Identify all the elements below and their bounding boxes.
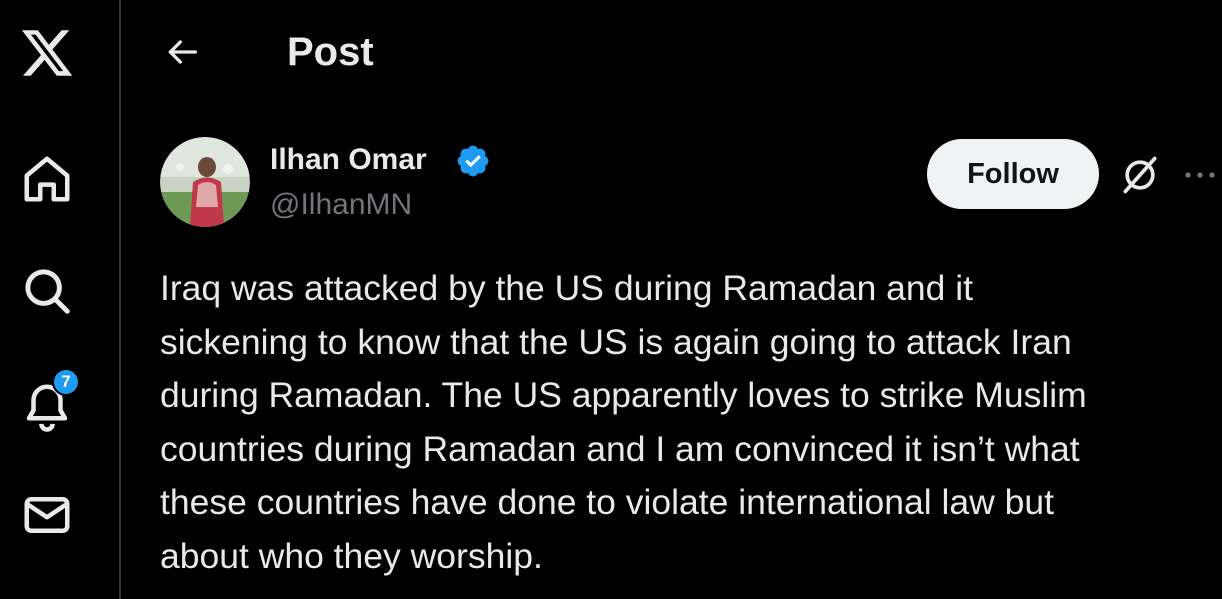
author-name[interactable]: Ilhan Omar: [270, 142, 427, 178]
author-handle[interactable]: @IlhanMN: [270, 187, 412, 223]
follow-button[interactable]: Follow: [927, 139, 1099, 209]
arrow-left-icon[interactable]: [160, 30, 204, 74]
app-window: 7 Post Ilhan Omar @IlhanMN Follow Iraq w…: [0, 0, 1222, 599]
sidebar-nav: 7: [0, 0, 121, 599]
notification-badge: 7: [52, 368, 80, 396]
more-horizontal-icon[interactable]: [1178, 160, 1222, 190]
post-text: Iraq was attacked by the US during Ramad…: [160, 268, 1087, 576]
avatar[interactable]: [160, 137, 250, 227]
grok-icon[interactable]: [1118, 153, 1162, 197]
search-icon[interactable]: [14, 258, 80, 324]
page-title: Post: [287, 30, 374, 74]
x-logo-icon[interactable]: [14, 20, 80, 86]
home-icon[interactable]: [14, 146, 80, 212]
mail-icon[interactable]: [14, 482, 80, 548]
verified-badge-icon: [455, 143, 491, 179]
